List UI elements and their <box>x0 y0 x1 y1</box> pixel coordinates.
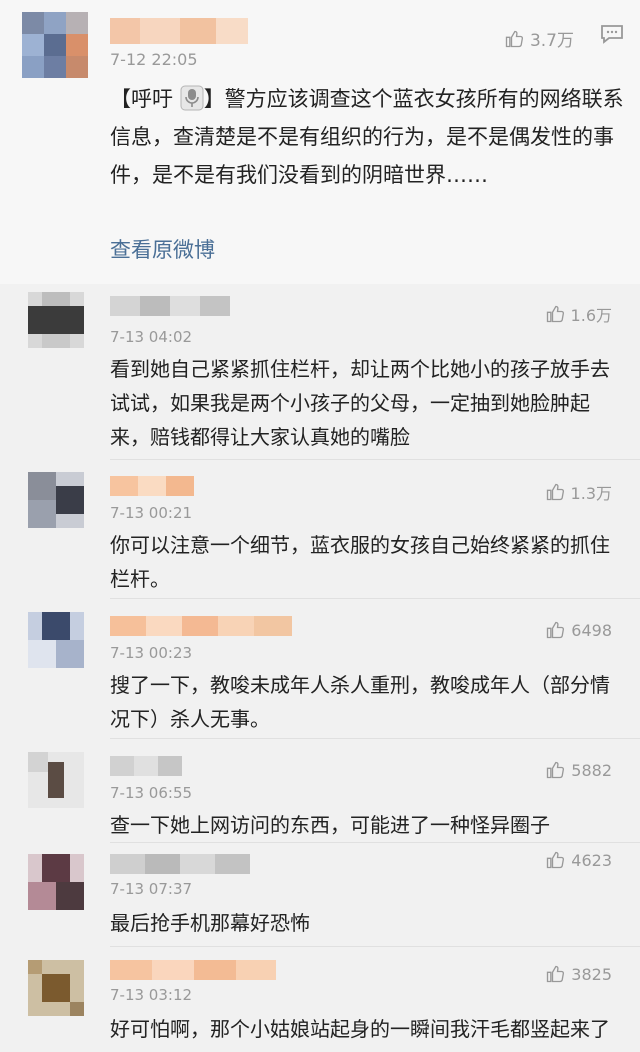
thumb-up-icon <box>547 965 565 983</box>
avatar[interactable] <box>28 292 84 348</box>
reply-time: 7-13 00:23 <box>110 644 193 662</box>
avatar[interactable] <box>28 960 84 1016</box>
reply-text: 你可以注意一个细节，蓝衣服的女孩自己始终紧紧的抓住栏杆。 <box>110 533 610 591</box>
username-blurred[interactable] <box>110 756 182 776</box>
like-count: 4623 <box>571 850 612 870</box>
comment-text-prefix: 【呼吁 <box>110 87 173 111</box>
like-count: 5882 <box>571 760 612 780</box>
reply-text: 搜了一下，教唆未成年人杀人重刑，教唆成年人（部分情况下）杀人无事。 <box>110 673 610 731</box>
comment-text: 【呼吁 】警方应该调查这个蓝衣女孩所有的网络联系信息，查清楚是不是有组织的行为，… <box>110 80 630 194</box>
top-comment: 7-12 22:05 3.7万 【呼吁 】警方应该调查这个蓝衣女孩所有的网络联系… <box>0 0 640 284</box>
like-button[interactable]: 1.3万 <box>545 480 612 504</box>
reply-item: 7-13 07:37 4623 最后抢手机那幕好恐怖 <box>0 842 640 947</box>
like-count: 1.3万 <box>570 484 612 503</box>
reply-text: 看到她自己紧紧抓住栏杆，却让两个比她小的孩子放手去试试，如果我是两个小孩子的父母… <box>110 357 610 449</box>
microphone-icon <box>180 85 204 111</box>
reply-time: 7-13 03:12 <box>110 986 193 1004</box>
avatar[interactable] <box>28 612 84 668</box>
reply-list: 7-13 04:02 1.6万 看到她自己紧紧抓住栏杆，却让两个比她小的孩子放手… <box>0 284 640 1052</box>
like-count: 1.6万 <box>570 306 612 325</box>
comment-icon[interactable] <box>600 24 624 44</box>
like-button[interactable]: 6498 <box>545 620 612 640</box>
reply-time: 7-13 04:02 <box>110 328 193 346</box>
username-blurred[interactable] <box>110 18 248 44</box>
reply-text: 好可怕啊，那个小姑娘站起身的一瞬间我汗毛都竖起来了 <box>110 1017 610 1041</box>
reply-item: 7-13 06:55 5882 查一下她上网访问的东西，可能进了一种怪异圈子 <box>0 740 640 843</box>
thumb-up-icon <box>547 761 565 779</box>
avatar[interactable] <box>22 12 88 78</box>
thumb-up-icon <box>547 851 565 869</box>
username-blurred[interactable] <box>110 296 230 316</box>
reply-item: 7-13 03:12 3825 好可怕啊，那个小姑娘站起身的一瞬间我汗毛都竖起来… <box>0 948 640 1052</box>
view-original-link[interactable]: 查看原微博 <box>110 234 215 264</box>
reply-text: 最后抢手机那幕好恐怖 <box>110 911 310 935</box>
thumb-up-icon <box>546 483 564 501</box>
like-count: 6498 <box>571 620 612 640</box>
reply-text: 查一下她上网访问的东西，可能进了一种怪异圈子 <box>110 813 550 837</box>
divider <box>110 946 640 947</box>
reply-time: 7-13 00:21 <box>110 504 193 522</box>
thumb-up-icon <box>547 621 565 639</box>
like-button[interactable]: 3.7万 <box>504 26 574 51</box>
username-blurred[interactable] <box>110 616 292 636</box>
avatar[interactable] <box>28 854 84 910</box>
username-blurred[interactable] <box>110 476 194 496</box>
reply-time: 7-13 06:55 <box>110 784 193 802</box>
like-count: 3825 <box>571 964 612 984</box>
username-blurred[interactable] <box>110 960 276 980</box>
reply-item: 7-13 00:21 1.3万 你可以注意一个细节，蓝衣服的女孩自己始终紧紧的抓… <box>0 460 640 600</box>
like-button[interactable]: 3825 <box>545 964 612 984</box>
reply-time: 7-13 07:37 <box>110 880 193 898</box>
reply-item: 7-13 04:02 1.6万 看到她自己紧紧抓住栏杆，却让两个比她小的孩子放手… <box>0 284 640 460</box>
avatar[interactable] <box>28 472 84 528</box>
thumb-up-icon <box>546 305 564 323</box>
divider <box>110 738 640 739</box>
thumb-up-icon <box>505 30 523 47</box>
comment-time: 7-12 22:05 <box>110 50 198 69</box>
divider <box>110 598 640 599</box>
like-count: 3.7万 <box>529 31 574 51</box>
avatar[interactable] <box>28 752 84 808</box>
like-button[interactable]: 1.6万 <box>545 302 612 326</box>
weibo-comment-page: 7-12 22:05 3.7万 【呼吁 】警方应该调查这个蓝衣女孩所有的网络联系… <box>0 0 640 1052</box>
like-button[interactable]: 5882 <box>545 760 612 780</box>
reply-item: 7-13 00:23 6498 搜了一下，教唆未成年人杀人重刑，教唆成年人（部分… <box>0 600 640 740</box>
username-blurred[interactable] <box>110 854 250 874</box>
like-button[interactable]: 4623 <box>545 850 612 870</box>
